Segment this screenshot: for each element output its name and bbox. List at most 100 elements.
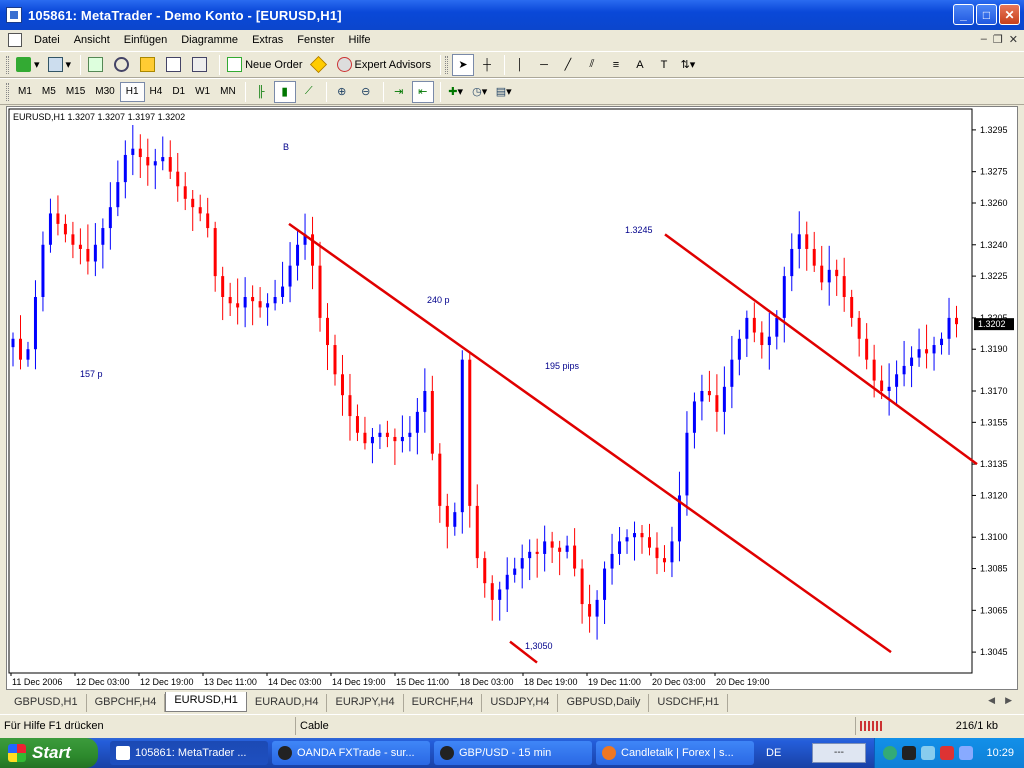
timeframe-mn[interactable]: MN — [215, 82, 241, 102]
text-label-button[interactable]: T — [653, 54, 675, 76]
menu-datei[interactable]: Datei — [28, 34, 68, 46]
menu-ansicht[interactable]: Ansicht — [68, 34, 118, 46]
candle-body — [161, 157, 165, 162]
candle-body — [415, 411, 419, 433]
toolbar-grip[interactable] — [444, 55, 448, 74]
cursor-tool-button[interactable]: ➤ — [451, 53, 474, 76]
equidistant-channel-button[interactable]: ⫽ — [581, 54, 603, 76]
menu-fenster[interactable]: Fenster — [291, 34, 342, 46]
network-icon[interactable] — [921, 746, 935, 760]
ime-toolbar[interactable]: --- — [812, 743, 866, 763]
menu-hilfe[interactable]: Hilfe — [343, 34, 379, 46]
power-plug-icon[interactable] — [902, 746, 916, 760]
candle-body — [940, 338, 944, 346]
shield-icon[interactable] — [940, 746, 954, 760]
market-watch-button[interactable] — [85, 54, 109, 76]
periods-menu-button[interactable]: ◷ ▾ — [469, 81, 491, 103]
chart-window[interactable]: 1.3295 1.3275 1.3260 1.3240 1.3225 1.3205 1.31… — [6, 106, 1018, 690]
tab-gbpchf-h4[interactable]: GBPCHF,H4 — [87, 694, 166, 712]
timeframe-h1[interactable]: H1 — [119, 81, 145, 102]
arrows-menu-button[interactable]: ⇅▾ — [677, 54, 699, 76]
timeframe-m15[interactable]: M15 — [61, 82, 90, 102]
y-axis-label: 1.3295 — [980, 125, 1008, 135]
candle-body — [842, 276, 846, 297]
start-button[interactable]: Start — [0, 738, 98, 768]
templates-menu-button[interactable]: ▤ ▾ — [493, 81, 515, 103]
timeframe-h4[interactable]: H4 — [145, 82, 168, 102]
menu-einfuegen[interactable]: Einfügen — [118, 34, 175, 46]
toolbar-grip[interactable] — [6, 55, 9, 74]
x-axis-label: 20 Dec 03:00 — [652, 677, 706, 687]
mdi-restore-icon[interactable]: ❐ — [993, 33, 1003, 46]
fibonacci-button[interactable]: ≡ — [605, 54, 627, 76]
timeframe-m1[interactable]: M1 — [13, 82, 37, 102]
autoscroll-button[interactable]: ⇥ — [388, 81, 410, 103]
timeframe-w1[interactable]: W1 — [190, 82, 215, 102]
crosshair-tool-button[interactable]: ┼ — [476, 54, 498, 76]
tab-usdjpy-h4[interactable]: USDJPY,H4 — [482, 694, 559, 712]
tray-arrow-icon[interactable] — [883, 746, 897, 760]
candle-body — [835, 269, 839, 277]
candle-body — [138, 148, 142, 158]
horizontal-line-button[interactable]: ─ — [533, 54, 555, 76]
tab-eurjpy-h4[interactable]: EURJPY,H4 — [327, 694, 404, 712]
expert-advisors-button[interactable]: Expert Advisors — [334, 54, 434, 76]
tab-gbpusd-daily[interactable]: GBPUSD,Daily — [558, 694, 650, 712]
timeframe-toolbar: M1 M5 M15 M30 H1 H4 D1 W1 MN ╟ ▮ ⟋ ⊕ ⊖ ⇥… — [0, 78, 1024, 105]
taskbar-item-metatrader[interactable]: 105861: MetaTrader ... — [110, 741, 268, 765]
indicators-icon: ✚ — [448, 86, 458, 98]
trendline-button[interactable]: ╱ — [557, 54, 579, 76]
mdi-minimize-icon[interactable]: – — [981, 33, 987, 46]
candle-body — [93, 244, 97, 262]
metaeditor-button[interactable] — [308, 54, 332, 76]
toolbar-grip[interactable] — [6, 82, 9, 101]
indicators-menu-button[interactable]: ✚ ▾ — [445, 81, 467, 103]
price-chart[interactable]: 1.32951.32751.32601.32401.32251.32051.31… — [7, 107, 1017, 689]
tab-scroll-right-icon[interactable]: ▶ — [1005, 695, 1012, 706]
favorites-button[interactable] — [137, 54, 161, 76]
taskbar-item-oanda[interactable]: OANDA FXTrade - sur... — [272, 741, 430, 765]
profiles-button[interactable]: ▾ — [45, 54, 75, 76]
menu-diagramme[interactable]: Diagramme — [175, 34, 246, 46]
text-tool-button[interactable]: A — [629, 54, 651, 76]
language-indicator[interactable]: DE — [766, 747, 806, 759]
candle-body — [146, 157, 150, 166]
taskbar-item-candletalk[interactable]: Candletalk | Forex | s... — [596, 741, 754, 765]
taskbar-item-gbpusd[interactable]: GBP/USD - 15 min — [434, 741, 592, 765]
candle-body — [333, 345, 337, 375]
candle-body — [902, 365, 906, 375]
tester-button[interactable] — [189, 54, 213, 76]
tab-eurchf-h4[interactable]: EURCHF,H4 — [404, 694, 483, 712]
taskbar-item-label: OANDA FXTrade - sur... — [297, 747, 415, 759]
mdi-close-icon[interactable]: ✕ — [1009, 33, 1018, 46]
chart-annotation: 240 p — [427, 295, 450, 305]
tab-scroll-left-icon[interactable]: ◀ — [988, 695, 995, 706]
line-chart-button[interactable]: ⟋ — [298, 81, 320, 103]
timeframe-m5[interactable]: M5 — [37, 82, 61, 102]
timeframe-d1[interactable]: D1 — [167, 82, 190, 102]
zoom-in-button[interactable]: ⊕ — [331, 81, 353, 103]
vertical-line-button[interactable]: │ — [509, 54, 531, 76]
timeframe-m30[interactable]: M30 — [90, 82, 119, 102]
zoom-out-button[interactable]: ⊖ — [355, 81, 377, 103]
maximize-button[interactable]: □ — [976, 4, 997, 25]
chart-shift-button[interactable]: ⇤ — [411, 80, 434, 103]
candle-body — [947, 317, 951, 339]
candlestick-button[interactable]: ▮ — [273, 80, 296, 103]
tab-gbpusd-h1[interactable]: GBPUSD,H1 — [6, 694, 87, 712]
x-axis-label: 18 Dec 19:00 — [524, 677, 578, 687]
volume-icon[interactable] — [959, 746, 973, 760]
navigator-button[interactable] — [111, 54, 135, 76]
menu-extras[interactable]: Extras — [246, 34, 291, 46]
document-icon[interactable] — [8, 33, 22, 47]
new-order-button[interactable]: Neue Order — [224, 54, 305, 76]
new-chart-button[interactable]: ▾ — [13, 54, 43, 76]
bar-chart-button[interactable]: ╟ — [250, 81, 272, 103]
terminal-button[interactable] — [163, 54, 187, 76]
tab-euraud-h4[interactable]: EURAUD,H4 — [247, 694, 328, 712]
candle-body — [610, 553, 614, 569]
close-button[interactable]: ✕ — [999, 4, 1020, 25]
minimize-button[interactable]: _ — [953, 4, 974, 25]
tab-usdchf-h1[interactable]: USDCHF,H1 — [649, 694, 729, 712]
tab-eurusd-h1[interactable]: EURUSD,H1 — [165, 692, 247, 712]
